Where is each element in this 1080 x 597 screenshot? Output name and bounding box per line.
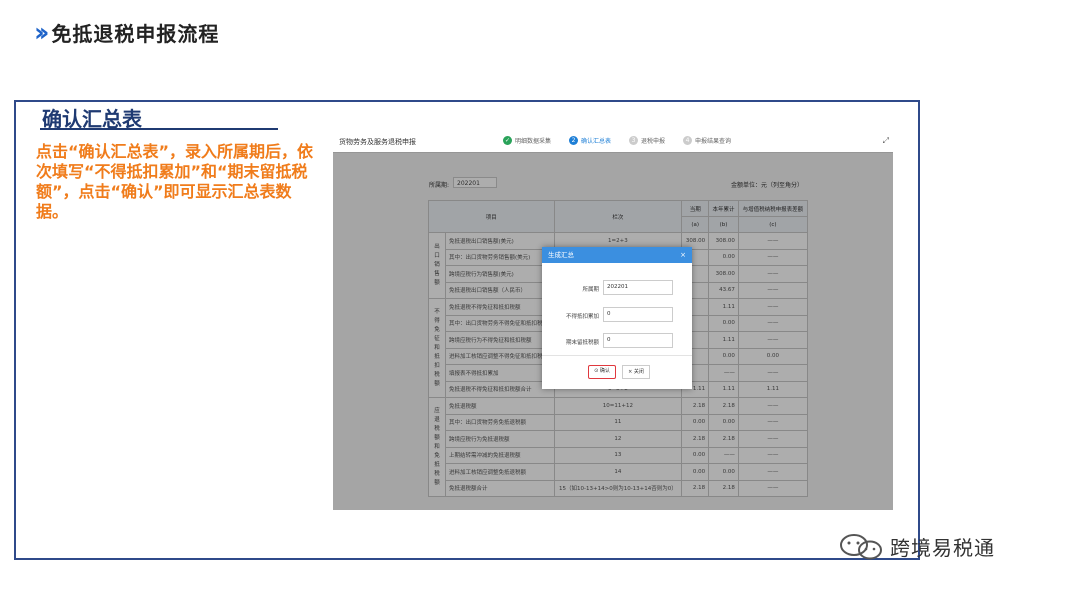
step-4[interactable]: 4 申报结果查询 xyxy=(683,136,731,145)
confirm-label: 确认 xyxy=(599,368,610,374)
step-number: 3 xyxy=(629,136,639,145)
confirm-button[interactable]: ⊙ 确认 xyxy=(588,365,616,379)
expand-icon[interactable]: ⤢ xyxy=(883,136,889,146)
embedded-screenshot: 货物劳务及服务退税申报 ✓ 明细数据采集 2 确认汇总表 3 退税申报 4 申报… xyxy=(333,130,893,510)
field-non-deductible: 不得抵扣累加 0 xyxy=(542,307,692,323)
step-1[interactable]: ✓ 明细数据采集 xyxy=(503,136,551,145)
non-deductible-field[interactable]: 0 xyxy=(603,307,673,322)
step-label: 确认汇总表 xyxy=(581,138,612,145)
field-ending-credit: 期末留抵税额 0 xyxy=(542,333,692,349)
dialog-divider xyxy=(542,355,692,356)
app-title: 货物劳务及服务退税申报 xyxy=(339,138,416,146)
wechat-icon xyxy=(838,533,888,561)
step-label: 明细数据采集 xyxy=(515,138,552,145)
step-number: 4 xyxy=(683,136,693,145)
step-2[interactable]: 2 确认汇总表 xyxy=(569,136,611,145)
period-field[interactable]: 202201 xyxy=(603,280,673,295)
step-3[interactable]: 3 退税申报 xyxy=(629,136,665,145)
step-number: 2 xyxy=(569,136,579,145)
check-circle-icon: ⊙ xyxy=(594,368,599,374)
step-indicator: ✓ 明细数据采集 2 确认汇总表 3 退税申报 4 申报结果查询 xyxy=(503,136,749,145)
section-underline xyxy=(40,128,278,130)
ending-credit-field[interactable]: 0 xyxy=(603,333,673,348)
watermark-text: 跨境易税通 xyxy=(890,536,995,560)
cancel-button[interactable]: × 关闭 xyxy=(622,365,650,379)
field-label: 期末留抵税额 xyxy=(565,340,599,346)
field-label: 所属期 xyxy=(582,287,599,293)
check-icon: ✓ xyxy=(503,136,512,145)
cancel-label: 关闭 xyxy=(633,369,644,375)
page-title: 免抵退税申报流程 xyxy=(51,22,220,46)
dialog-title: 生成汇总 xyxy=(548,251,574,259)
watermark: 跨境易税通 xyxy=(838,532,995,561)
double-chevron-icon: › › xyxy=(34,17,50,48)
field-period: 所属期 202201 xyxy=(542,280,692,296)
field-label: 不得抵扣累加 xyxy=(565,314,599,320)
page-header: › › 免抵退税申报流程 xyxy=(34,18,219,47)
summary-dialog: 生成汇总 × 所属期 202201 不得抵扣累加 0 期末留抵税额 0 ⊙ 确认… xyxy=(542,247,692,389)
close-icon: × xyxy=(628,369,633,375)
step-label: 退税申报 xyxy=(641,138,666,145)
step-label: 申报结果查询 xyxy=(695,138,732,145)
close-icon[interactable]: × xyxy=(680,247,686,263)
app-topbar: 货物劳务及服务退税申报 ✓ 明细数据采集 2 确认汇总表 3 退税申报 4 申报… xyxy=(333,130,893,153)
dialog-header: 生成汇总 × xyxy=(542,247,692,263)
section-description: 点击“确认汇总表”，录入所属期后，依次填写“不得抵扣累加”和“期末留抵税额”，点… xyxy=(36,142,314,221)
